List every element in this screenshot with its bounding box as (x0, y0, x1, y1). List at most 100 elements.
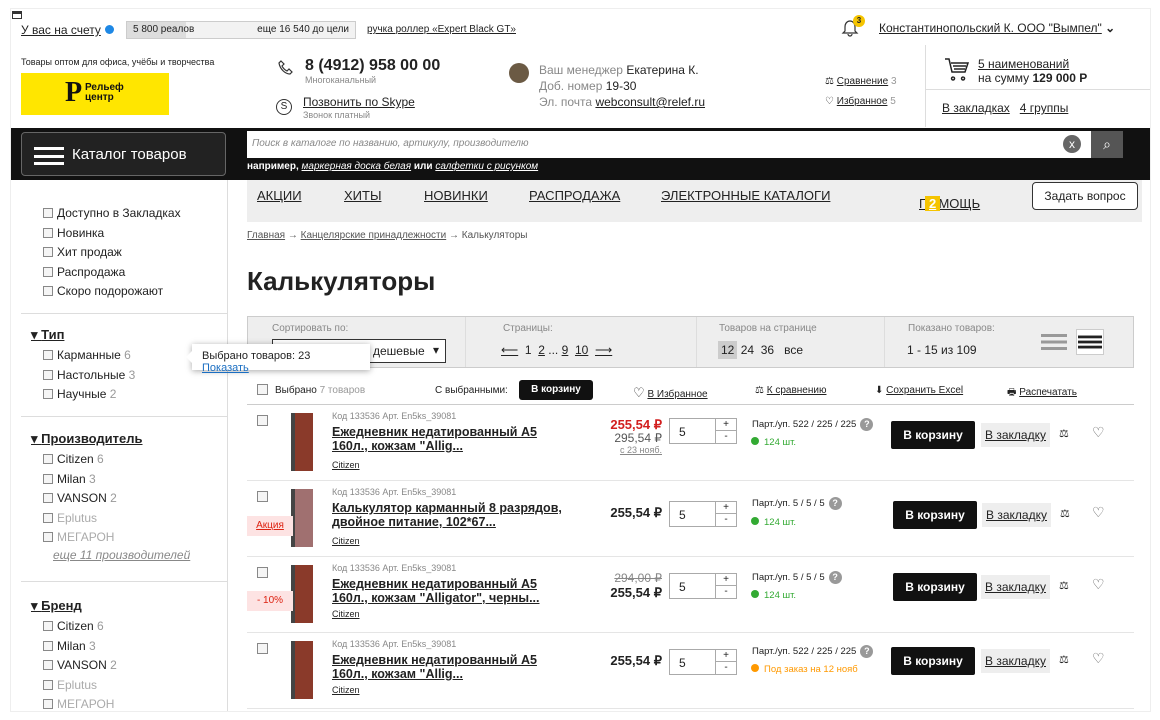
save-excel-label[interactable]: Сохранить Excel (886, 385, 963, 396)
help-icon[interactable]: ? (828, 497, 842, 510)
row-checkbox[interactable] (257, 491, 268, 502)
favorite-icon[interactable]: ♡ (1092, 504, 1105, 521)
bookmarks-label[interactable]: В закладках (942, 101, 1010, 115)
add-to-cart-button[interactable]: В корзину (893, 501, 977, 529)
filter-option[interactable]: Citizen 6 (43, 450, 117, 470)
checkbox[interactable] (43, 532, 53, 542)
view-table-icon[interactable] (1076, 329, 1104, 355)
checkbox[interactable] (43, 454, 53, 464)
filter-heading-brand[interactable]: ▾ Бренд (31, 598, 82, 614)
bookmarks-groups[interactable]: 4 группы (1020, 101, 1069, 115)
promo-badge[interactable]: Акция (247, 516, 293, 536)
compare-icon[interactable]: ⚖ (1059, 427, 1069, 440)
quantity-stepper[interactable]: 5 + - (669, 573, 737, 599)
compare-icon[interactable]: ⚖ (1059, 579, 1069, 592)
checkbox[interactable] (43, 208, 53, 218)
cart-items[interactable]: 5 наименований (978, 57, 1069, 71)
decrement-button[interactable]: - (715, 431, 736, 443)
compare-label[interactable]: Сравнение (837, 76, 888, 87)
bookmarks[interactable]: В закладках 4 группы (942, 101, 1068, 115)
product-name[interactable]: Ежедневник недатированный А5 160л., кожз… (332, 577, 562, 605)
checkbox[interactable] (43, 640, 53, 651)
filter-option[interactable]: VANSON 2 (43, 656, 117, 676)
product-name[interactable]: Калькулятор карманный 8 разрядов, двойно… (332, 501, 562, 529)
example-link-1[interactable]: маркерная доска белая (302, 161, 412, 172)
bulk-fav-label[interactable]: В Избранное (647, 389, 707, 400)
favorite-icon[interactable]: ♡ (1092, 424, 1105, 441)
per-page-option[interactable]: 36 (761, 343, 774, 357)
breadcrumb-item[interactable]: Канцелярские принадлежности (301, 230, 447, 241)
checkbox[interactable] (43, 679, 53, 690)
search-input[interactable]: Поиск в каталоге по названию, артикулу, … (247, 131, 1123, 158)
checkbox[interactable] (43, 473, 53, 484)
nav-item[interactable]: НОВИНКИ (424, 188, 488, 203)
per-page-option[interactable]: 24 (741, 343, 754, 357)
per-page-option[interactable]: 12 (718, 341, 738, 359)
add-to-cart-button[interactable]: В корзину (893, 573, 977, 601)
goal-link[interactable]: ручка роллер «Expert Black GT» (367, 24, 516, 35)
checkbox[interactable] (43, 266, 53, 277)
filter-heading-type[interactable]: ▾ Тип (31, 327, 64, 343)
favorite-icon[interactable]: ♡ (1092, 650, 1105, 667)
checkbox[interactable] (43, 350, 53, 360)
decrement-button[interactable]: - (715, 662, 736, 674)
bookmark-button[interactable]: В закладку (981, 423, 1050, 447)
filter-option[interactable]: Скоро подорожают (43, 282, 181, 302)
nav-item[interactable]: ХИТЫ (344, 188, 381, 203)
bookmark-button[interactable]: В закладку (981, 649, 1050, 673)
balance-label[interactable]: У вас на счету (21, 23, 101, 37)
compare-link[interactable]: ⚖ Сравнение 3 (825, 72, 897, 92)
checkbox[interactable] (43, 493, 53, 503)
product-brand[interactable]: Citizen (332, 460, 360, 470)
next-page-icon[interactable]: ⟶ (595, 343, 612, 357)
cart[interactable]: 5 наименований на сумму 129 000 Р В закла… (925, 45, 1150, 127)
product-brand[interactable]: Citizen (332, 609, 360, 619)
product-brand[interactable]: Citizen (332, 536, 360, 546)
bulk-compare-label[interactable]: К сравнению (767, 385, 827, 396)
checkbox[interactable] (43, 699, 53, 709)
catalog-button[interactable]: Каталог товаров (21, 132, 226, 176)
filter-option[interactable]: МЕГАРОН (43, 528, 117, 548)
save-excel[interactable]: ⬇ Сохранить Excel (875, 385, 963, 396)
cart-summary[interactable]: 5 наименований на сумму 129 000 Р (978, 57, 1087, 85)
checkbox[interactable] (43, 660, 53, 670)
page-link[interactable]: 2 (538, 343, 545, 357)
filter-option[interactable]: Milan 3 (43, 470, 117, 490)
breadcrumb-item[interactable]: Главная (247, 230, 285, 241)
filter-option[interactable]: Карманные 6 (43, 346, 135, 366)
checkbox[interactable] (43, 389, 53, 399)
filter-option[interactable]: Citizen 6 (43, 617, 117, 637)
product-name[interactable]: Ежедневник недатированный А5 160л., кожз… (332, 653, 562, 681)
increment-button[interactable]: + (715, 650, 736, 662)
nav-item[interactable]: РАСПРОДАЖА (529, 188, 620, 203)
add-to-cart-button[interactable]: В корзину (891, 647, 975, 675)
increment-button[interactable]: + (715, 574, 736, 586)
show-more-makers[interactable]: еще 11 производителей (53, 548, 190, 562)
example-link-2[interactable]: салфетки с рисунком (435, 161, 538, 172)
product-image[interactable] (291, 489, 313, 547)
filter-option[interactable]: Доступно в Закладках (43, 204, 181, 224)
select-all-checkbox[interactable] (257, 384, 268, 395)
checkbox[interactable] (43, 512, 53, 523)
view-list-icon[interactable] (1041, 333, 1067, 351)
product-name[interactable]: Ежедневник недатированный А5 160л., кожз… (332, 425, 562, 453)
logo[interactable]: Р Рельеф центр (21, 73, 169, 115)
quantity-stepper[interactable]: 5 + - (669, 418, 737, 444)
search-button[interactable]: ⌕ (1091, 131, 1123, 158)
prev-page-icon[interactable]: ⟵ (501, 343, 518, 357)
quantity-value[interactable]: 5 (679, 425, 686, 439)
skype-link[interactable]: Позвонить по Skype (303, 95, 415, 109)
row-checkbox[interactable] (257, 567, 268, 578)
ask-question-button[interactable]: Задать вопрос (1032, 182, 1138, 210)
filter-option[interactable]: VANSON 2 (43, 489, 117, 509)
checkbox[interactable] (43, 286, 53, 296)
increment-button[interactable]: + (715, 502, 736, 514)
checkbox[interactable] (43, 247, 53, 257)
product-image[interactable] (291, 413, 313, 471)
balance[interactable]: У вас на счету (21, 23, 114, 37)
add-to-cart-button[interactable]: В корзину (891, 421, 975, 449)
decrement-button[interactable]: - (715, 514, 736, 526)
filter-option[interactable]: Настольные 3 (43, 366, 135, 386)
user-name[interactable]: Константинопольский К. ООО "Вымпел" (879, 21, 1102, 35)
filter-option[interactable]: Eplutus (43, 676, 117, 696)
